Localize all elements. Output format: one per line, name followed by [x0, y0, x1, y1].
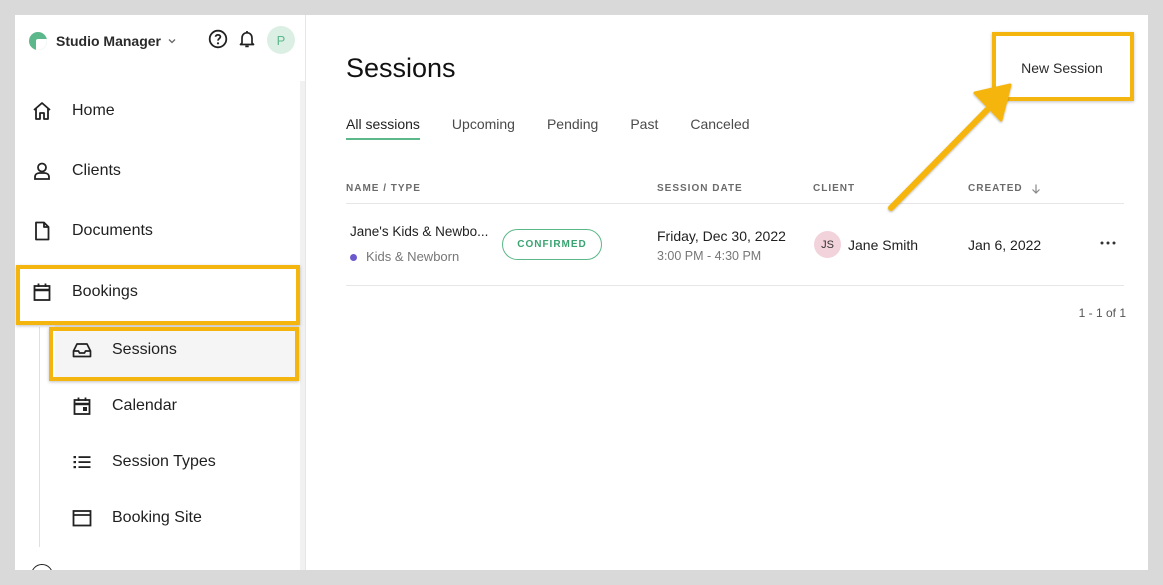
sidebar-subitem-session-types[interactable]: Session Types	[15, 434, 300, 490]
client-avatar: JS	[814, 231, 841, 258]
sidebar-subitem-label: Session Types	[112, 453, 216, 470]
app-window: Studio Manager P Home Clients Documents …	[15, 15, 1148, 570]
column-header-client[interactable]: CLIENT	[813, 183, 855, 194]
sidebar-item-label: Clients	[72, 162, 121, 179]
tab-pending[interactable]: Pending	[547, 116, 598, 140]
browser-window-icon	[71, 507, 93, 529]
list-icon	[71, 451, 93, 473]
session-type: Kids & Newborn	[350, 249, 459, 264]
session-type-label: Kids & Newborn	[366, 249, 460, 264]
new-session-button[interactable]: New Session	[997, 37, 1127, 99]
sidebar-scrollbar[interactable]	[300, 81, 305, 570]
sidebar-subitem-calendar[interactable]: Calendar	[15, 378, 300, 434]
inbox-icon	[71, 339, 93, 361]
sidebar-item-label: Home	[72, 102, 115, 119]
sidebar-header: Studio Manager P	[29, 26, 299, 55]
brand-logo	[29, 32, 47, 50]
sidebar-subitem-label: Booking Site	[112, 509, 202, 526]
sidebar-subitem-label: Sessions	[112, 341, 177, 358]
column-header-name[interactable]: NAME / TYPE	[346, 183, 421, 194]
client-name[interactable]: Jane Smith	[848, 237, 918, 253]
created-date: Jan 6, 2022	[968, 237, 1042, 253]
sort-arrow-down-icon[interactable]	[1030, 182, 1042, 194]
tab-upcoming[interactable]: Upcoming	[452, 116, 515, 140]
brand-name[interactable]: Studio Manager	[56, 33, 161, 49]
chevron-down-icon[interactable]	[166, 35, 178, 47]
session-tabs: All sessions Upcoming Pending Past Cance…	[346, 116, 782, 140]
bell-icon[interactable]	[236, 28, 258, 50]
user-avatar[interactable]: P	[267, 26, 295, 54]
pagination-info: 1 - 1 of 1	[1078, 306, 1126, 320]
annotation-arrow-icon	[888, 83, 1012, 211]
session-date: Friday, Dec 30, 2022	[657, 228, 786, 244]
tab-past[interactable]: Past	[630, 116, 658, 140]
sidebar: Studio Manager P Home Clients Documents …	[15, 15, 306, 570]
sidebar-item-clients[interactable]: Clients	[15, 143, 300, 199]
sidebar-item-label: Bookings	[72, 283, 138, 300]
column-header-session-date[interactable]: SESSION DATE	[657, 183, 743, 194]
sidebar-subitem-label: Calendar	[112, 397, 177, 414]
help-icon[interactable]	[207, 28, 229, 50]
status-badge: CONFIRMED	[502, 229, 602, 260]
sidebar-subitem-booking-site[interactable]: Booking Site	[15, 490, 300, 546]
sidebar-subitem-sessions[interactable]: Sessions	[55, 322, 300, 378]
sidebar-item-home[interactable]: Home	[15, 83, 300, 139]
more-options-icon[interactable]	[1097, 232, 1119, 254]
person-icon	[31, 160, 53, 182]
sidebar-item-bookings[interactable]: Bookings	[15, 264, 300, 320]
document-icon	[31, 220, 53, 242]
type-color-dot	[350, 254, 357, 262]
calendar-icon	[31, 281, 53, 303]
tab-all-sessions[interactable]: All sessions	[346, 116, 420, 140]
tab-canceled[interactable]: Canceled	[690, 116, 749, 140]
home-icon	[31, 100, 53, 122]
sidebar-item-documents[interactable]: Documents	[15, 203, 300, 259]
sidebar-item-label: Documents	[72, 222, 153, 239]
session-name[interactable]: Jane's Kids & Newbo...	[350, 224, 488, 239]
partial-nav-icon	[31, 564, 53, 570]
page-title: Sessions	[346, 53, 456, 83]
session-time: 3:00 PM - 4:30 PM	[657, 249, 762, 263]
table-row-divider	[346, 285, 1124, 286]
main-content: Sessions New Session All sessions Upcomi…	[306, 15, 1148, 570]
calendar-day-icon	[71, 395, 93, 417]
